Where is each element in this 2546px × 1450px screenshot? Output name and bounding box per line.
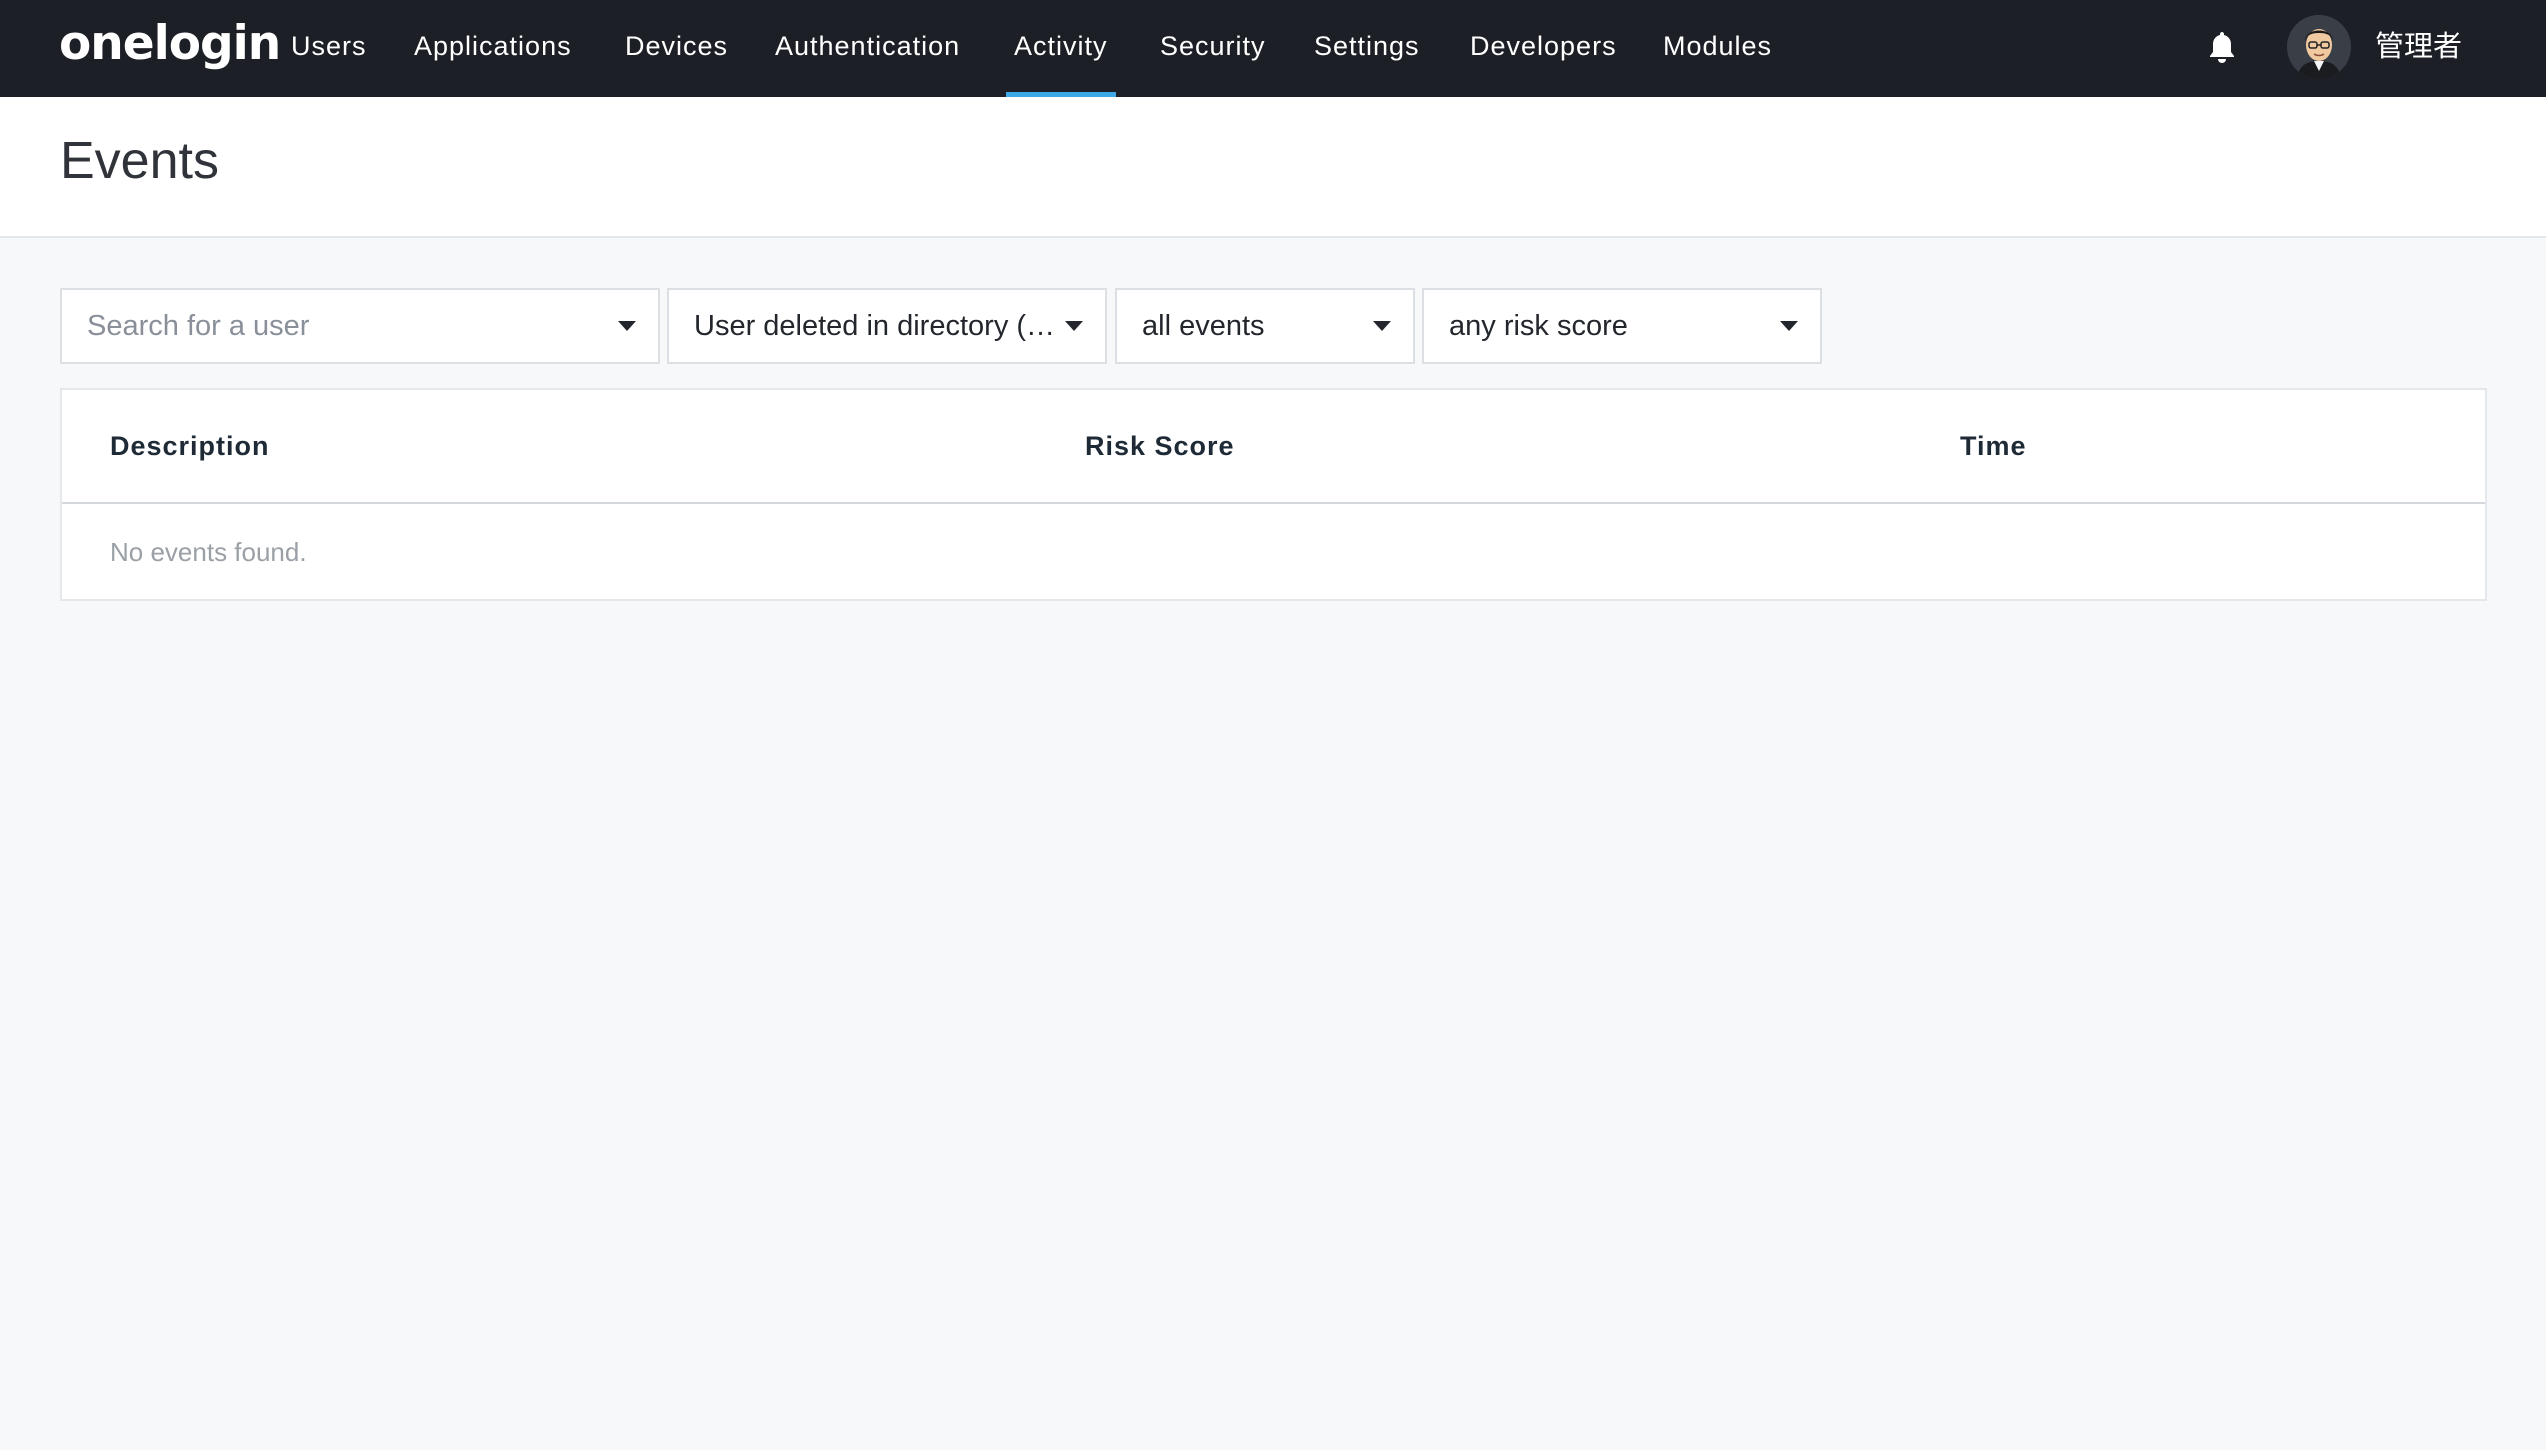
user-avatar[interactable] xyxy=(2287,15,2351,79)
nav-item-security[interactable]: Security xyxy=(1160,0,1266,97)
nav-item-developers[interactable]: Developers xyxy=(1470,0,1617,97)
bell-icon[interactable] xyxy=(2207,30,2237,64)
chevron-down-icon xyxy=(1780,321,1798,331)
nav-item-modules[interactable]: Modules xyxy=(1663,0,1772,97)
events-table: Description Risk Score Time No events fo… xyxy=(60,388,2487,601)
nav-item-devices[interactable]: Devices xyxy=(625,0,728,97)
nav-item-users[interactable]: Users xyxy=(291,0,367,97)
nav-item-settings[interactable]: Settings xyxy=(1314,0,1420,97)
empty-state-message: No events found. xyxy=(110,537,307,567)
column-header-time[interactable]: Time xyxy=(1960,390,2027,502)
event-scope-select[interactable]: all events xyxy=(1115,288,1415,364)
risk-score-select[interactable]: any risk score xyxy=(1422,288,1822,364)
column-header-description[interactable]: Description xyxy=(110,390,270,502)
event-scope-value: all events xyxy=(1142,310,1265,342)
nav-item-authentication[interactable]: Authentication xyxy=(775,0,960,97)
chevron-down-icon xyxy=(618,321,636,331)
risk-score-value: any risk score xyxy=(1449,310,1628,342)
table-header: Description Risk Score Time xyxy=(62,390,2485,504)
event-type-select[interactable]: User deleted in directory (… xyxy=(667,288,1107,364)
nav-item-applications[interactable]: Applications xyxy=(414,0,572,97)
user-search-placeholder: Search for a user xyxy=(87,310,310,342)
chevron-down-icon xyxy=(1065,321,1083,331)
page-header: Events xyxy=(0,97,2546,238)
nav-item-activity[interactable]: Activity xyxy=(1006,0,1115,97)
column-header-risk-score[interactable]: Risk Score xyxy=(1085,390,1235,502)
top-navigation-bar: onelogin Users Applications Devices Auth… xyxy=(0,0,2546,97)
page-title: Events xyxy=(60,132,219,190)
chevron-down-icon xyxy=(1373,321,1391,331)
event-type-value: User deleted in directory (… xyxy=(694,310,1056,342)
user-search-select[interactable]: Search for a user xyxy=(60,288,660,364)
avatar-portrait-icon xyxy=(2287,15,2351,79)
onelogin-logo[interactable]: onelogin xyxy=(59,14,281,74)
user-name-menu[interactable]: 管理者 xyxy=(2375,0,2462,92)
